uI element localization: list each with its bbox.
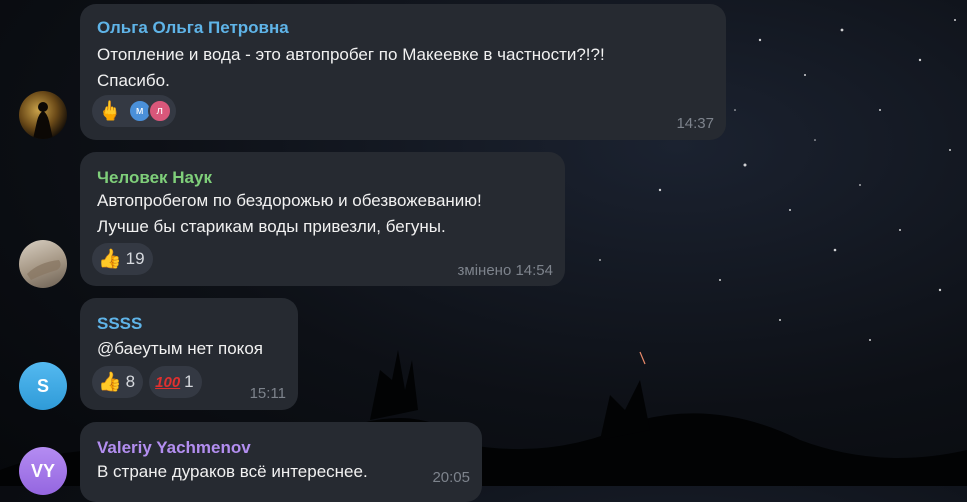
reaction-count: 8 xyxy=(125,372,136,391)
thumbs-up-icon: 👍 xyxy=(98,371,122,393)
thumbs-up-icon: 👍 xyxy=(98,248,122,270)
reaction-chip[interactable]: 🖕 м л xyxy=(92,95,176,127)
message-bubble[interactable]: SSSS @баеутым нет покоя 👍 8 100 1 15:11 xyxy=(80,298,298,410)
silhouette-avatar-image xyxy=(33,102,53,139)
author-name[interactable]: Человек Наук xyxy=(97,168,212,188)
message-text-line: Отопление и вода - это автопробег по Мак… xyxy=(97,45,605,64)
avatar-ssss[interactable]: S xyxy=(19,362,67,410)
message-bubble[interactable]: Ольга Ольга Петровна Отопление и вода - … xyxy=(80,4,726,140)
message-text-line: Спасибо. xyxy=(97,71,170,90)
middle-finger-icon: 🖕 xyxy=(98,100,122,122)
message-time: змінено 14:54 xyxy=(457,262,553,279)
message-text-line: В стране дураков всё интереснее. xyxy=(97,462,368,481)
avatar-initials: S xyxy=(36,375,49,396)
avatar-olga[interactable] xyxy=(19,91,67,139)
reaction-count: 19 xyxy=(125,249,145,268)
message-time: 15:11 xyxy=(249,385,286,402)
message-text-line: @баеутым нет покоя xyxy=(97,339,263,358)
author-name[interactable]: SSSS xyxy=(97,314,142,334)
reactions-bar: 👍 19 xyxy=(92,243,153,275)
avatar-chelovek[interactable] xyxy=(19,240,67,288)
message-time: 20:05 xyxy=(432,469,470,486)
message-text-line: Лучше бы старикам воды привезли, бегуны. xyxy=(97,217,446,236)
message-time: 14:37 xyxy=(676,115,714,132)
message-bubble[interactable]: Человек Наук Автопробегом по бездорожью … xyxy=(80,152,565,286)
avatar-initials: VY xyxy=(30,460,55,481)
hand-avatar-image xyxy=(27,260,61,280)
message-text-line: Автопробегом по бездорожью и обезвожеван… xyxy=(97,191,482,210)
avatar-valeriy[interactable]: VY xyxy=(19,447,67,495)
reaction-chip[interactable]: 👍 19 xyxy=(92,243,153,275)
reaction-chip[interactable]: 👍 8 xyxy=(92,366,144,398)
author-name[interactable]: Valeriy Yachmenov xyxy=(97,438,251,458)
hundred-points-icon: 100 xyxy=(155,373,181,391)
reactor-avatar: л xyxy=(147,99,172,123)
reaction-count: 1 xyxy=(184,372,194,391)
reactions-bar: 👍 8 100 1 xyxy=(92,366,202,398)
message-bubble[interactable]: Valeriy Yachmenov В стране дураков всё и… xyxy=(80,422,482,502)
reaction-chip[interactable]: 100 1 xyxy=(149,366,202,398)
reactions-bar: 🖕 м л xyxy=(92,95,176,127)
author-name[interactable]: Ольга Ольга Петровна xyxy=(97,18,289,38)
